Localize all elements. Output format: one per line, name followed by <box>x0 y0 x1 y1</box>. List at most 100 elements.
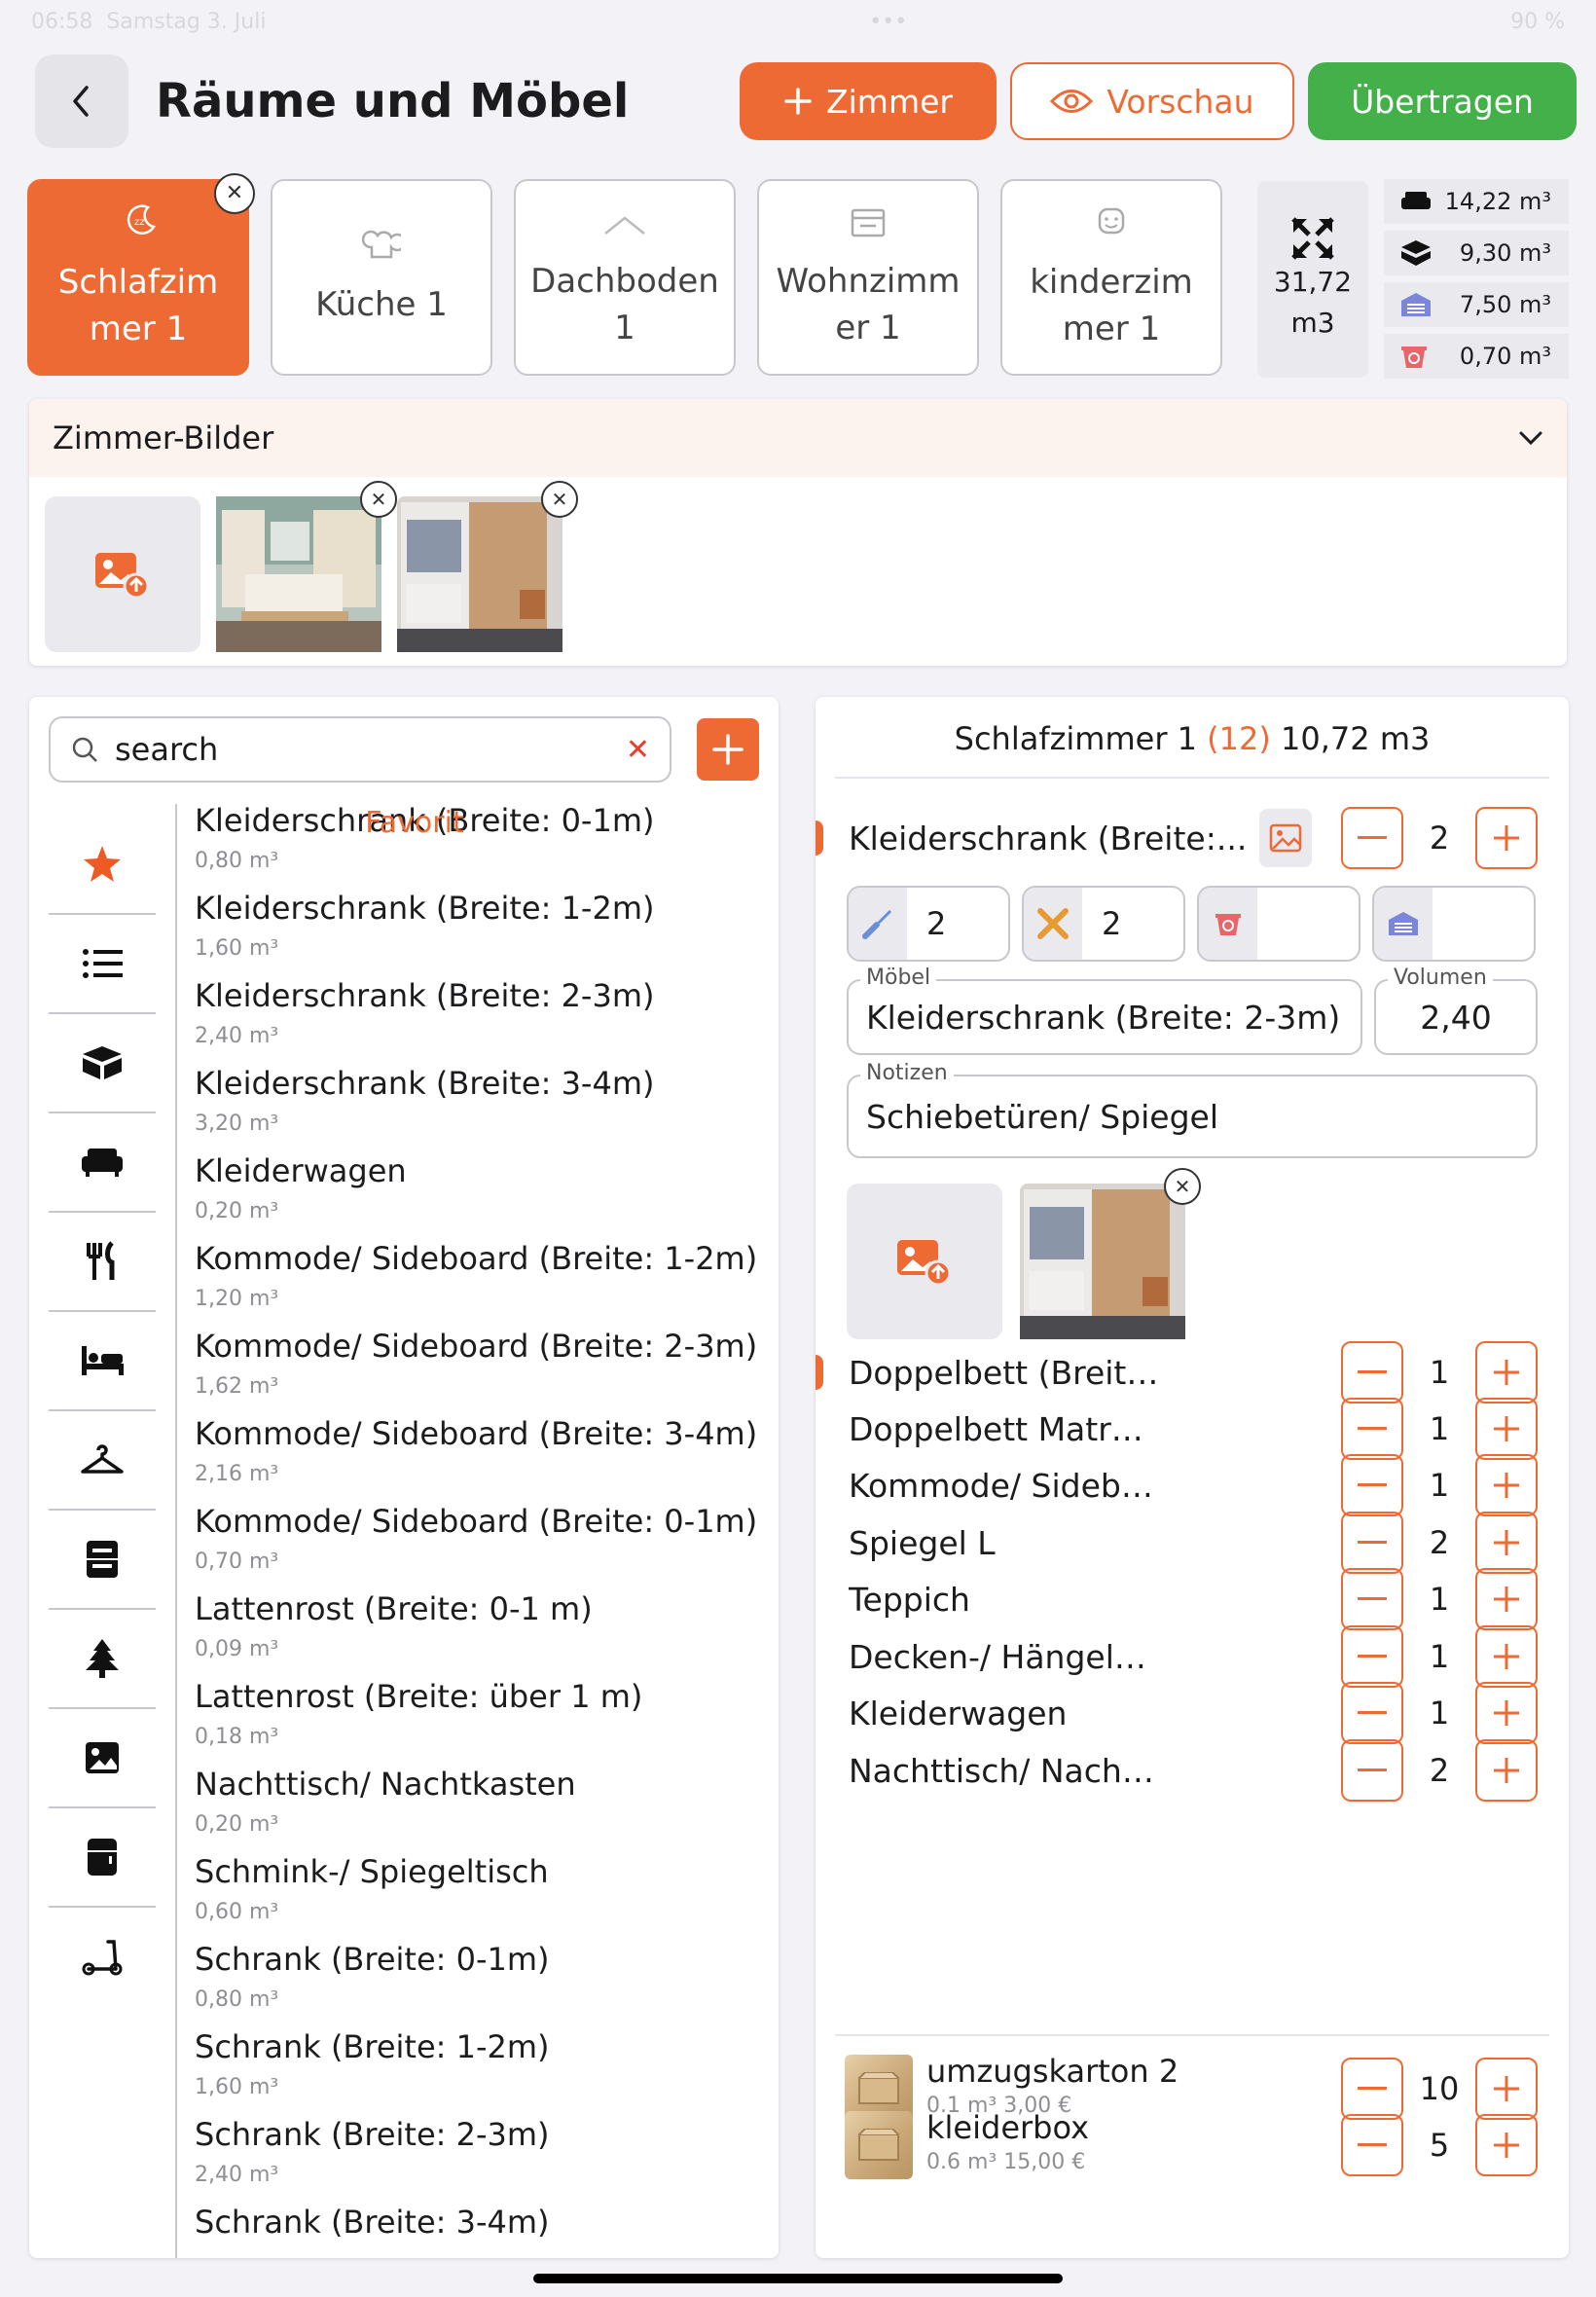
catalog-item[interactable]: Kleiderschrank (Breite: 3-4m) 3,20 m³ <box>195 1053 757 1141</box>
category-vehicles[interactable] <box>49 1908 156 2007</box>
catalog-item-volume: 2,40 m³ <box>195 2163 279 2187</box>
room-tab-dachboden-1[interactable]: Dachboden 1 <box>514 179 736 376</box>
category-kitchen[interactable] <box>49 1213 156 1312</box>
catalog-item[interactable]: Schmink-/ Spiegeltisch 0,60 m³ <box>195 1841 757 1929</box>
remove-photo-icon[interactable]: ✕ <box>541 481 578 518</box>
stat-value: 0,70 m³ <box>1459 343 1551 370</box>
decrement-button[interactable] <box>1341 807 1403 869</box>
category-beds[interactable] <box>49 1312 156 1411</box>
catalog-item[interactable]: Schrank (Breite: 2-3m) 2,40 m³ <box>195 2104 757 2192</box>
add-custom-item-button[interactable] <box>697 718 759 781</box>
minus-icon <box>1358 836 1387 839</box>
transfer-button[interactable]: Übertragen <box>1308 62 1577 140</box>
increment-button[interactable] <box>1475 2114 1538 2176</box>
category-appliances[interactable] <box>49 1808 156 1908</box>
increment-button[interactable] <box>1475 1568 1538 1630</box>
notes-field[interactable]: Notizen Schiebetüren/ Spiegel <box>847 1061 1538 1158</box>
category-plants[interactable] <box>49 1610 156 1709</box>
disassembly-field[interactable]: 2 <box>1022 886 1185 962</box>
multitasking-dots[interactable]: ••• <box>869 10 907 39</box>
quantity-stepper: 1 <box>1341 1682 1538 1744</box>
catalog-items: Kleiderschrank (Breite: 0-1m) 0,80 m³ Klei… <box>195 804 757 2258</box>
plus-icon <box>1494 1416 1519 1441</box>
decrement-button[interactable] <box>1341 1682 1403 1744</box>
add-room-button[interactable]: Zimmer <box>740 62 997 140</box>
row-marker <box>816 1355 823 1390</box>
category-list[interactable] <box>49 915 156 1014</box>
catalog-item[interactable]: Kleiderschrank (Breite: 2-3m) 2,40 m³ <box>195 966 757 1053</box>
category-cabinets[interactable] <box>49 1511 156 1610</box>
inventory-row-selected[interactable]: Kleiderschrank (Breite:... 2 <box>816 804 1569 872</box>
catalog-item-name: Kleiderschrank (Breite: 3-4m) <box>195 1065 655 1102</box>
decrement-button[interactable] <box>1341 1739 1403 1802</box>
assembly-field[interactable]: 2 <box>847 886 1010 962</box>
increment-button[interactable] <box>1475 1739 1538 1802</box>
volume-field[interactable]: Volumen 2,40 <box>1374 966 1538 1055</box>
room-tab-label: 1 <box>614 309 635 347</box>
storage-field[interactable] <box>1372 886 1536 962</box>
cabinet-icon <box>87 1541 118 1578</box>
plus-icon <box>1494 1644 1519 1669</box>
room-tab-label: er 1 <box>835 309 901 347</box>
catalog-item[interactable]: Kleiderwagen 0,20 m³ <box>195 1141 757 1228</box>
carton-image <box>845 2111 913 2179</box>
furniture-value: Kleiderschrank (Breite: 2-3m) <box>866 998 1341 1037</box>
category-sofas[interactable] <box>49 1113 156 1213</box>
catalog-item[interactable]: Lattenrost (Breite: 0-1 m) 0,09 m³ <box>195 1579 757 1666</box>
inventory-row[interactable]: Nachttisch/ Nachtkasten 2 <box>816 1736 1569 1805</box>
catalog-item[interactable]: Schrank (Breite: 0-1m) 0,80 m³ <box>195 1929 757 2017</box>
remove-photo-icon[interactable]: ✕ <box>1164 1168 1201 1205</box>
room-photo-bedroom[interactable]: ✕ <box>216 481 397 652</box>
decrement-button[interactable] <box>1341 1454 1403 1516</box>
disposal-field[interactable] <box>1197 886 1360 962</box>
category-pictures[interactable] <box>49 1709 156 1808</box>
room-tab-kinderzimmer-1[interactable]: kinderzim mer 1 <box>1000 179 1222 376</box>
image-upload-icon <box>95 553 150 600</box>
category-boxes[interactable] <box>49 1014 156 1113</box>
back-button[interactable] <box>35 55 128 148</box>
decrement-button[interactable] <box>1341 1568 1403 1630</box>
category-favorites[interactable] <box>49 816 156 915</box>
catalog-item-name: Kommode/ Sideboard (Breite: 3-4m) <box>195 1415 758 1452</box>
upload-item-image-button[interactable] <box>847 1184 1002 1339</box>
room-tab-schlafzimmer-1[interactable]: zz Schlafzim mer 1 ✕ <box>27 173 255 376</box>
item-photo-wardrobe[interactable]: ✕ <box>1020 1168 1201 1339</box>
catalog-item[interactable]: Kommode/ Sideboard (Breite: 2-3m) 1,62 m³ <box>195 1316 757 1404</box>
quantity-value: 10 <box>1419 2070 1460 2107</box>
room-tab-wohnzimmer-1[interactable]: Wohnzimm er 1 <box>757 179 979 376</box>
furniture-field[interactable]: Möbel Kleiderschrank (Breite: 2-3m) <box>847 966 1362 1055</box>
search-input[interactable]: search ✕ <box>49 716 671 783</box>
clear-search-icon[interactable]: ✕ <box>626 733 650 767</box>
home-indicator[interactable] <box>533 2274 1063 2283</box>
upload-image-button[interactable] <box>45 496 200 652</box>
room-images-panel: Zimmer-Bilder ✕ ✕ <box>29 399 1567 666</box>
eye-icon <box>1050 90 1094 113</box>
packaging-row[interactable]: kleiderbox 0.6 m³ 15,00 € 5 <box>816 2109 1569 2179</box>
catalog-item-volume: 0,70 m³ <box>195 1550 279 1574</box>
row-marker <box>816 820 823 856</box>
increment-button[interactable] <box>1475 1454 1538 1516</box>
remove-photo-icon[interactable]: ✕ <box>360 481 397 518</box>
room-summary-volume: 10,72 m3 <box>1281 720 1431 757</box>
catalog-item[interactable]: Nachttisch/ Nachtkasten 0,20 m³ <box>195 1754 757 1841</box>
room-photo-wardrobe[interactable]: ✕ <box>397 481 578 652</box>
plus-icon <box>1494 1700 1519 1726</box>
preview-button[interactable]: Vorschau <box>1010 62 1294 140</box>
increment-button[interactable] <box>1475 807 1538 869</box>
catalog-item[interactable]: Lattenrost (Breite: über 1 m) 0,18 m³ <box>195 1666 757 1754</box>
catalog-item[interactable]: Kommode/ Sideboard (Breite: 1-2m) 1,20 m³ <box>195 1228 757 1316</box>
catalog-item[interactable]: Kleiderschrank (Breite: 1-2m) 1,60 m³ <box>195 878 757 966</box>
close-icon[interactable]: ✕ <box>214 173 255 214</box>
catalog-item-volume: 1,20 m³ <box>195 1287 279 1311</box>
catalog-item[interactable]: Schrank (Breite: 1-2m) 1,60 m³ <box>195 2017 757 2104</box>
catalog-item[interactable]: Kommode/ Sideboard (Breite: 3-4m) 2,16 m³ <box>195 1404 757 1491</box>
category-wardrobe[interactable] <box>49 1411 156 1511</box>
bed-icon <box>82 1346 124 1375</box>
decrement-button[interactable] <box>1341 2114 1403 2176</box>
catalog-item[interactable]: Kommode/ Sideboard (Breite: 0-1m) 0,70 m³ <box>195 1491 757 1579</box>
item-photo-button[interactable] <box>1259 809 1312 867</box>
catalog-item[interactable]: Schrank (Breite: 3-4m) <box>195 2192 757 2258</box>
increment-button[interactable] <box>1475 1682 1538 1744</box>
plus-icon <box>1494 2076 1519 2101</box>
room-tab-kueche-1[interactable]: Küche 1 <box>271 179 492 376</box>
